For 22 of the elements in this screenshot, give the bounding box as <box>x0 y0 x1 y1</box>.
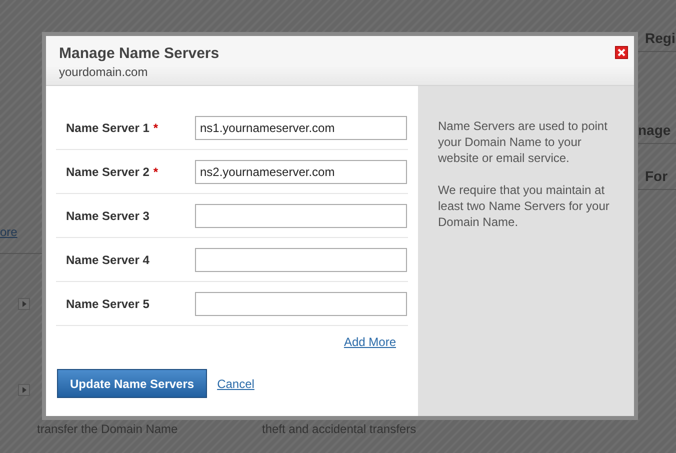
input-field[interactable]: ns2.yournameserver.com <box>195 160 407 184</box>
help-text: Name Servers are used to point your Domain Name to your website or email service. <box>438 118 608 166</box>
field-label: Name Server 5 <box>65 296 150 310</box>
close-icon[interactable] <box>615 46 628 59</box>
expand-icon[interactable] <box>18 384 30 396</box>
field-label: Name Server 2 * <box>65 164 160 178</box>
field-label: Name Server 4 <box>65 252 150 266</box>
input-field[interactable] <box>195 292 407 316</box>
cancel-link[interactable]: Cancel <box>217 376 254 390</box>
field-label: Name Server 3 <box>65 208 150 222</box>
field-label: Name Server 1 * <box>65 120 160 134</box>
caption-text: theft and accidental transfers <box>262 422 416 436</box>
input-field[interactable] <box>195 204 407 228</box>
expand-icon[interactable] <box>18 298 30 310</box>
dialog-title: Manage Name Servers <box>59 45 220 62</box>
caption-text: transfer the Domain Name <box>37 422 178 436</box>
input-field[interactable]: ns1.yournameserver.com <box>195 116 407 140</box>
update-button[interactable]: Update Name Servers <box>57 369 208 398</box>
input-field[interactable] <box>195 248 407 272</box>
help-text: We require that you maintain at least two Name Servers for your Domain Name. <box>438 182 610 230</box>
dialog-subtitle: yourdomain.com <box>59 65 149 79</box>
add-more-link[interactable]: Add More <box>344 335 396 355</box>
